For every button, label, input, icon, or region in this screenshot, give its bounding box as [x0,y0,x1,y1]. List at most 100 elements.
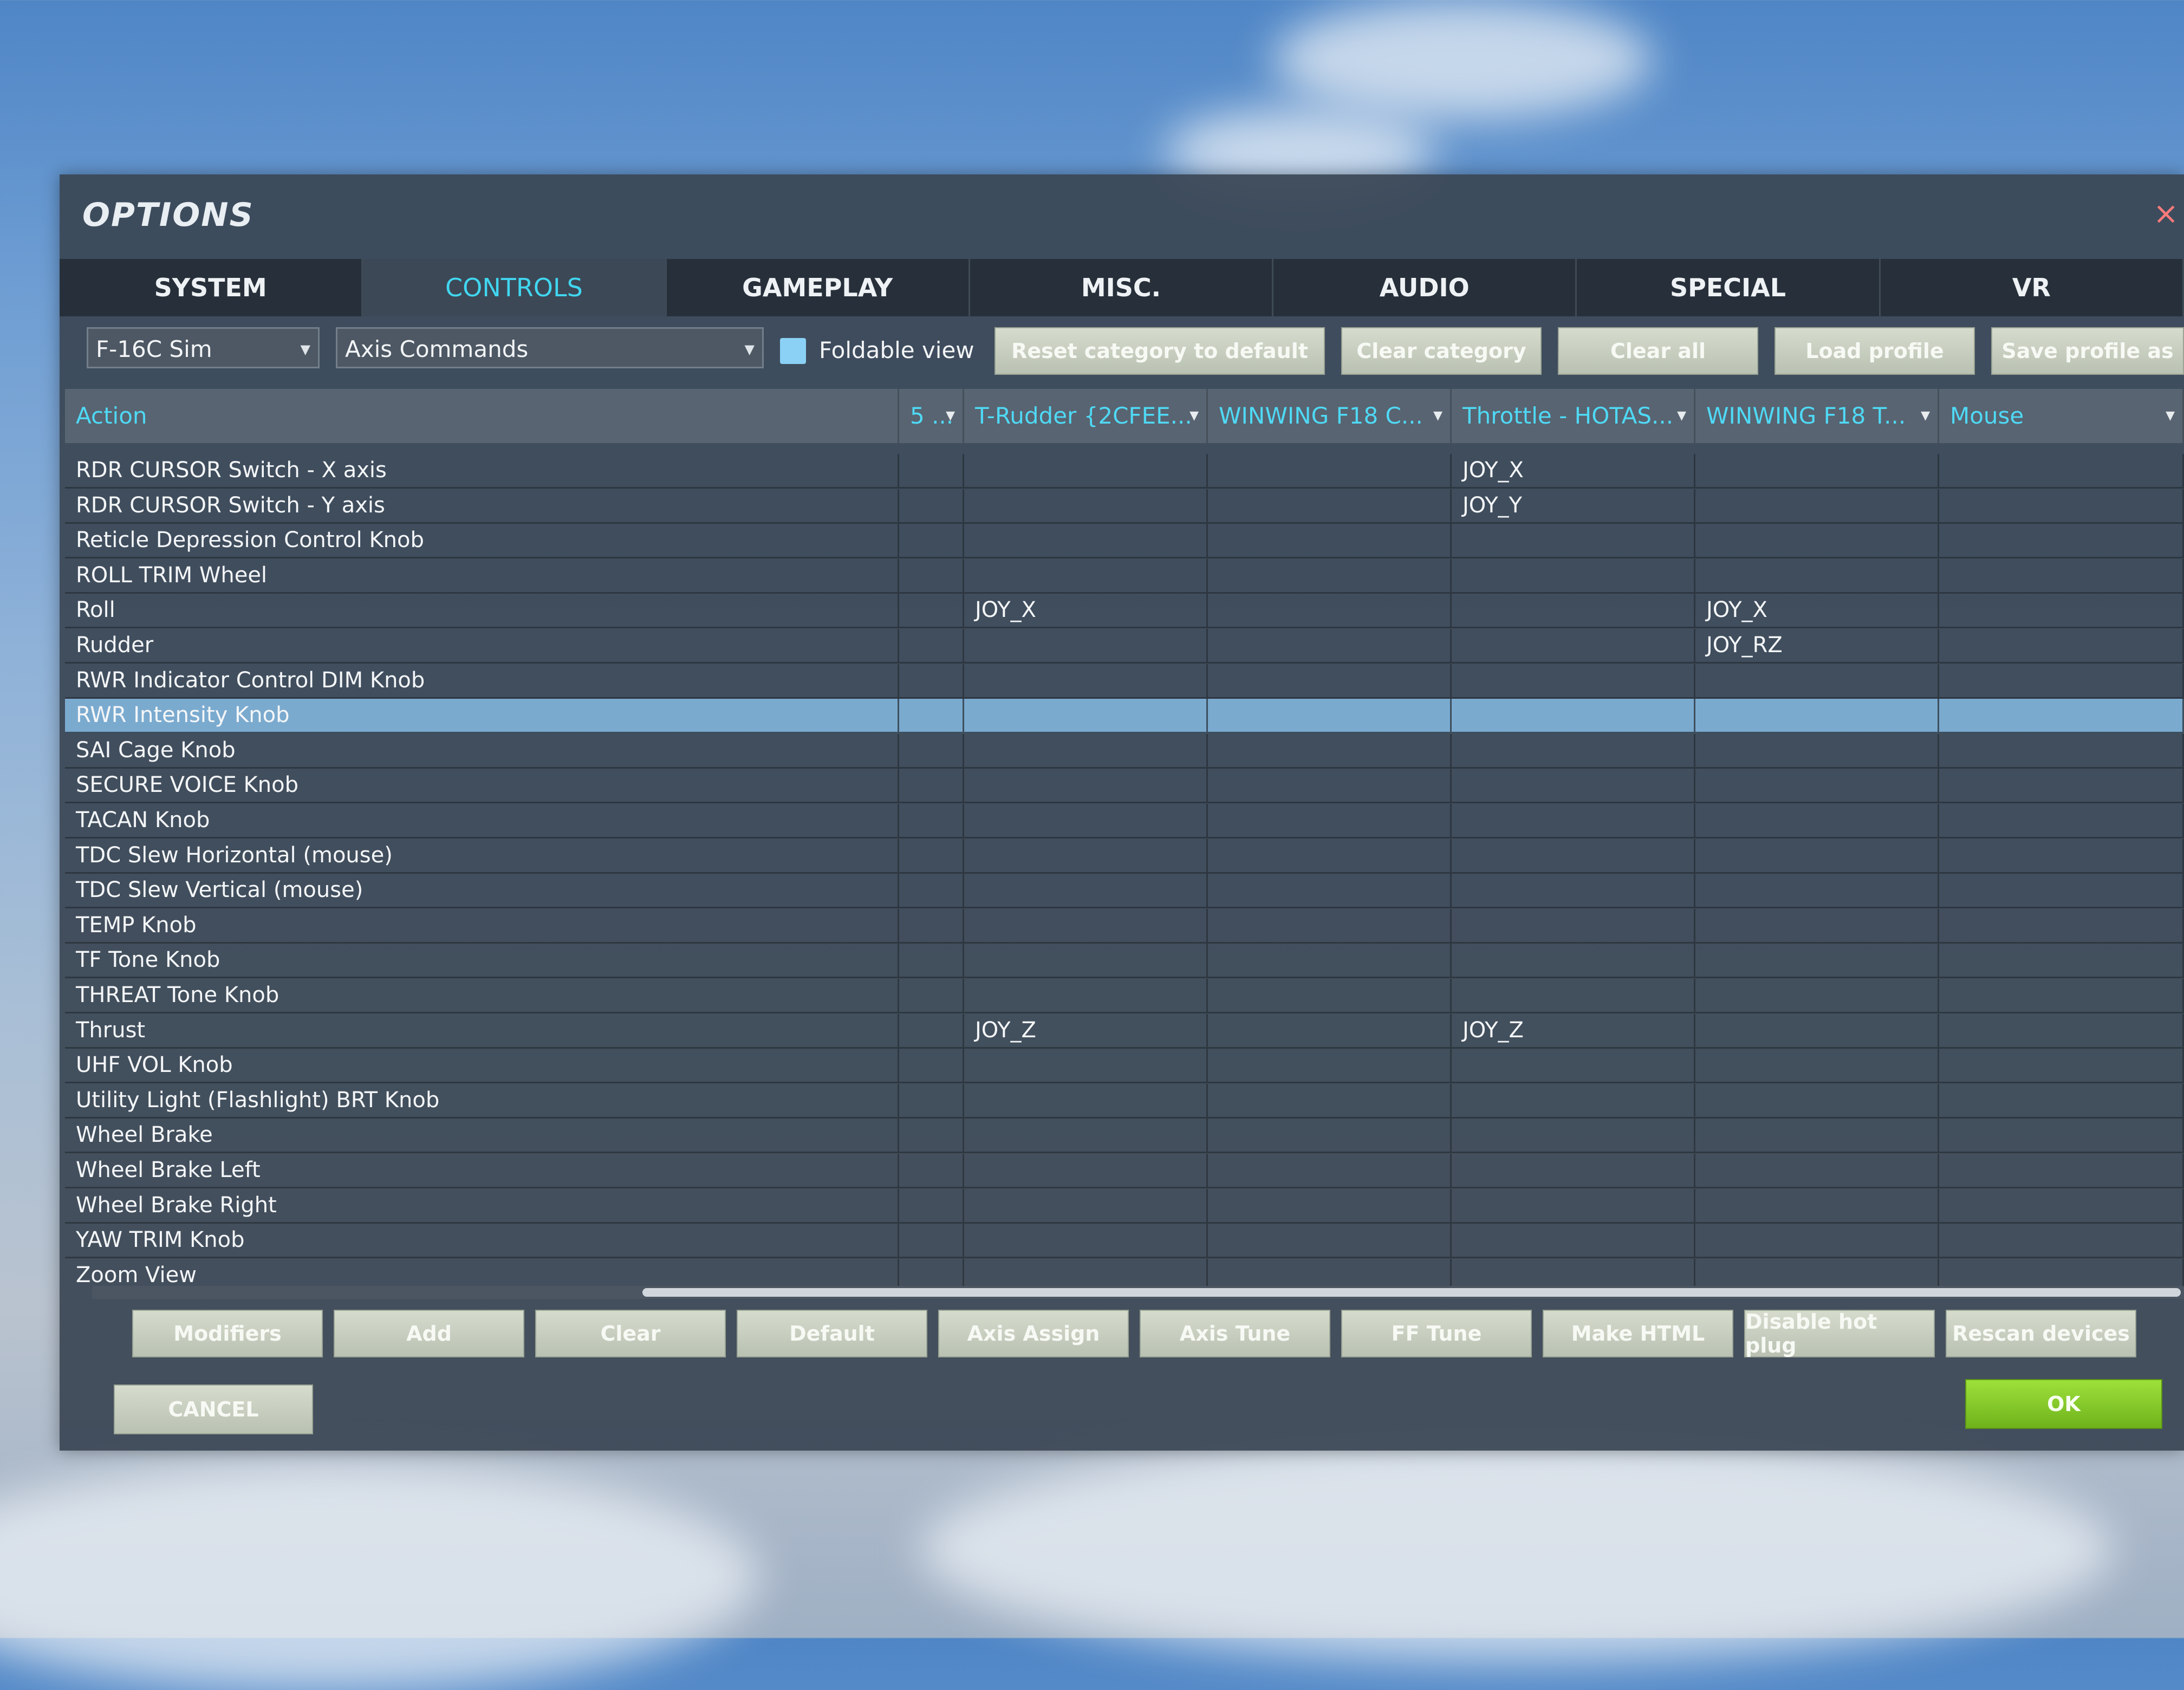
action-name-cell[interactable]: RDR CURSOR Switch - X axis [65,454,899,487]
binding-cell[interactable] [964,769,1208,802]
binding-cell[interactable] [1695,769,1939,802]
table-row[interactable]: Rudder JOY_RZ [65,629,2184,664]
binding-cell[interactable] [1208,979,1452,1012]
column-header-device[interactable]: T-Rudder {2CFEE... ▼ [964,389,1208,443]
binding-cell[interactable] [1208,1119,1452,1152]
table-row[interactable]: Wheel Brake Right [65,1188,2184,1224]
column-header-device[interactable]: WINWING F18 C... ▼ [1208,389,1452,443]
binding-cell[interactable] [899,489,964,522]
table-row[interactable]: RDR CURSOR Switch - Y axis JOY_Y [65,489,2184,524]
binding-cell[interactable] [1695,524,1939,557]
action-name-cell[interactable]: Thrust [65,1013,899,1047]
default-button[interactable]: Default [737,1310,927,1357]
action-name-cell[interactable]: SECURE VOICE Knob [65,769,899,802]
binding-cell[interactable] [1939,558,2184,592]
table-row[interactable]: TDC Slew Vertical (mouse) [65,874,2184,909]
binding-cell[interactable] [1208,804,1452,837]
binding-cell[interactable] [899,874,964,907]
binding-cell[interactable] [964,908,1208,942]
binding-cell[interactable]: JOY_RZ [1695,629,1939,662]
binding-cell[interactable] [899,664,964,697]
tab-vr[interactable]: VR [1881,259,2184,316]
binding-cell[interactable] [1695,664,1939,697]
column-header-action[interactable]: Action [65,389,899,443]
table-row[interactable]: TACAN Knob [65,804,2184,838]
binding-cell[interactable] [1939,979,2184,1012]
action-name-cell[interactable]: Wheel Brake Left [65,1154,899,1187]
binding-cell[interactable] [899,454,964,487]
action-name-cell[interactable]: ROLL TRIM Wheel [65,558,899,592]
binding-cell[interactable] [899,733,964,767]
binding-cell[interactable] [1452,874,1695,907]
binding-cell[interactable] [1695,838,1939,872]
action-name-cell[interactable]: Wheel Brake [65,1119,899,1152]
action-name-cell[interactable]: Reticle Depression Control Knob [65,524,899,557]
binding-cell[interactable] [1695,489,1939,522]
tab-misc[interactable]: MISC. [970,259,1274,316]
axis-assign-button[interactable]: Axis Assign [938,1310,1129,1357]
binding-cell[interactable] [1695,1013,1939,1047]
action-name-cell[interactable]: TDC Slew Vertical (mouse) [65,874,899,907]
binding-cell[interactable] [964,1049,1208,1082]
column-header-device[interactable]: 5 ... ▼ [899,389,964,443]
binding-cell[interactable] [1939,1119,2184,1152]
binding-cell[interactable] [1452,524,1695,557]
binding-cell[interactable] [964,524,1208,557]
binding-cell[interactable] [964,699,1208,732]
save-profile-as-button[interactable]: Save profile as [1991,327,2184,375]
binding-cell[interactable] [964,874,1208,907]
action-name-cell[interactable]: RWR Intensity Knob [65,699,899,732]
binding-cell[interactable] [1695,804,1939,837]
binding-cell[interactable] [1939,733,2184,767]
binding-cell[interactable] [1939,699,2184,732]
binding-cell[interactable]: JOY_X [1452,454,1695,487]
binding-cell[interactable] [1695,699,1939,732]
binding-cell[interactable] [1208,1224,1452,1257]
binding-cell[interactable]: JOY_Y [1452,489,1695,522]
binding-cell[interactable] [1452,1258,1695,1286]
binding-cell[interactable] [1208,1154,1452,1187]
ff-tune-button[interactable]: FF Tune [1341,1310,1532,1357]
binding-cell[interactable] [1695,1049,1939,1082]
table-row[interactable]: Roll JOY_X JOY_X [65,594,2184,629]
binding-cell[interactable] [1208,1049,1452,1082]
binding-cell[interactable] [1208,664,1452,697]
ok-button[interactable]: OK [1965,1379,2162,1429]
action-name-cell[interactable]: Zoom View [65,1258,899,1286]
binding-cell[interactable] [1452,629,1695,662]
table-row[interactable]: Reticle Depression Control Knob [65,524,2184,559]
binding-cell[interactable] [899,558,964,592]
binding-cell[interactable] [1452,558,1695,592]
binding-cell[interactable] [1695,558,1939,592]
binding-cell[interactable] [964,1083,1208,1117]
table-row[interactable]: Utility Light (Flashlight) BRT Knob [65,1083,2184,1119]
table-row[interactable]: TF Tone Knob [65,944,2184,979]
binding-cell[interactable] [899,979,964,1012]
binding-cell[interactable] [1939,804,2184,837]
binding-cell[interactable]: JOY_Z [964,1013,1208,1047]
binding-cell[interactable]: JOY_X [964,594,1208,627]
binding-cell[interactable] [1452,769,1695,802]
action-name-cell[interactable]: YAW TRIM Knob [65,1224,899,1257]
binding-cell[interactable] [899,1154,964,1187]
action-name-cell[interactable]: UHF VOL Knob [65,1049,899,1082]
binding-cell[interactable] [1208,1188,1452,1222]
binding-cell[interactable] [1939,1013,2184,1047]
binding-cell[interactable] [1452,733,1695,767]
binding-cell[interactable] [1939,838,2184,872]
binding-cell[interactable] [1452,979,1695,1012]
binding-cell[interactable] [1939,1154,2184,1187]
column-header-device[interactable]: Throttle - HOTAS... ▼ [1452,389,1695,443]
binding-cell[interactable] [964,1224,1208,1257]
binding-cell[interactable]: JOY_Z [1452,1013,1695,1047]
table-row[interactable]: TDC Slew Horizontal (mouse) [65,838,2184,874]
binding-cell[interactable] [1939,664,2184,697]
disable-hot-plug-button[interactable]: Disable hot plug [1744,1310,1935,1357]
column-header-device[interactable]: WINWING F18 T... ▼ [1695,389,1939,443]
table-row[interactable]: YAW TRIM Knob [65,1224,2184,1259]
clear-category-button[interactable]: Clear category [1341,327,1542,375]
tab-gameplay[interactable]: GAMEPLAY [667,259,970,316]
table-row[interactable]: THREAT Tone Knob [65,979,2184,1013]
binding-cell[interactable] [899,524,964,557]
binding-cell[interactable] [1208,524,1452,557]
